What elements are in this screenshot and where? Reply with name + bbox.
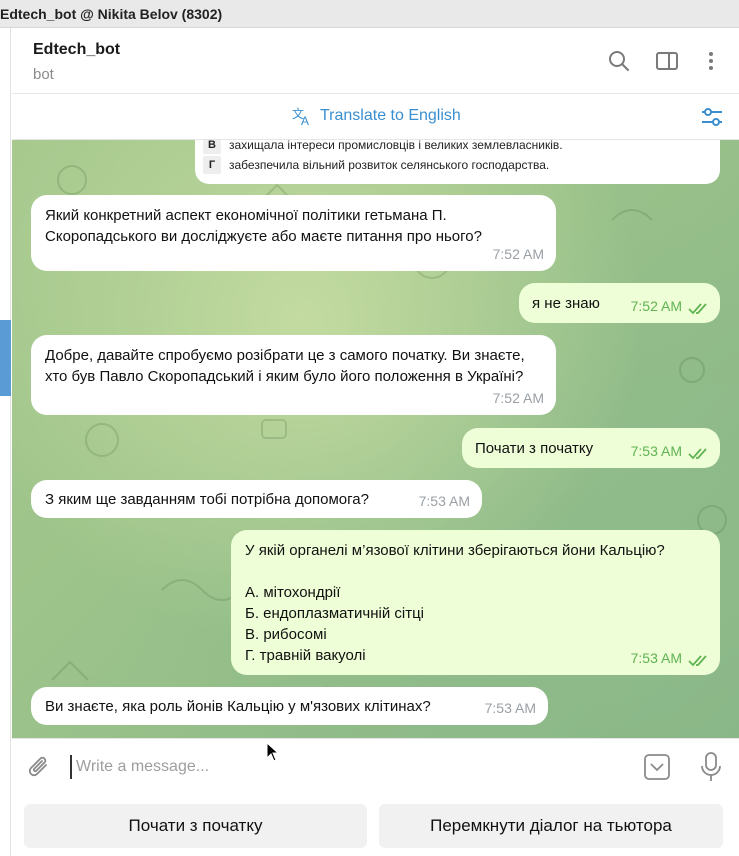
message-composer — [12, 738, 739, 794]
message-time: 7:53 AM — [418, 493, 470, 509]
message-bubble-incoming[interactable]: Добре, давайте спробуємо розібрати це з … — [31, 335, 556, 415]
message-bubble-outgoing[interactable]: У якій органелі м’язової клітини зберіга… — [231, 530, 720, 675]
translate-icon: 文 A — [292, 106, 309, 126]
message-time: 7:53 AM — [484, 700, 536, 716]
message-time: 7:53 AM — [630, 443, 682, 459]
chat-title[interactable]: Edtech_bot — [33, 41, 120, 59]
translate-button[interactable]: 文 A Translate to English — [292, 106, 461, 126]
message-bubble-incoming[interactable]: З яким ще завданням тобі потрібна допомо… — [31, 480, 482, 518]
chat-status: bot — [33, 66, 54, 83]
message-text: Добре, давайте спробуємо розібрати це з … — [45, 347, 525, 385]
keyboard-button-switch-tutor[interactable]: Перемкнути діалог на тьютора — [379, 804, 723, 848]
bot-keyboard: Почати з початку Перемкнути діалог на ть… — [12, 794, 739, 856]
sidebar-toggle-icon[interactable] — [656, 50, 678, 72]
quiz-option-text: захищала інтереси промисловців і великих… — [229, 140, 563, 152]
translate-bar: 文 A Translate to English — [12, 94, 739, 140]
mouse-cursor-icon — [266, 742, 280, 762]
translate-settings-icon[interactable] — [701, 106, 723, 128]
message-input[interactable] — [70, 755, 630, 779]
read-ticks-icon — [688, 303, 707, 315]
message-text: я не знаю — [532, 295, 600, 312]
quiz-option-letter: Г — [203, 156, 221, 174]
window-title: Edtech_bot @ Nikita Belov (8302) — [0, 0, 739, 28]
keyboard-toggle-icon[interactable] — [644, 754, 670, 780]
more-vert-icon[interactable] — [700, 50, 722, 72]
message-time: 7:52 AM — [492, 246, 544, 262]
chat-area[interactable]: В захищала інтереси промисловців і велик… — [12, 140, 739, 738]
message-text: Який конкретний аспект економічної політ… — [45, 207, 482, 245]
keyboard-button-restart[interactable]: Почати з початку — [24, 804, 367, 848]
quiz-option-letter: В — [203, 140, 221, 154]
chat-header: Edtech_bot bot — [12, 28, 739, 94]
quiz-option-text: забезпечила вільний розвиток селянського… — [229, 158, 550, 172]
translate-label: Translate to English — [320, 107, 461, 124]
quiz-message-partial: В захищала інтереси промисловців і велик… — [195, 140, 720, 184]
attach-icon[interactable] — [28, 755, 52, 781]
quiz-option-row: Г забезпечила вільний розвиток селянсько… — [203, 156, 549, 174]
chat-list-edge[interactable] — [0, 28, 11, 856]
message-time: 7:53 AM — [630, 650, 682, 666]
read-ticks-icon — [688, 655, 707, 667]
message-bubble-outgoing[interactable]: я не знаю 7:52 AM — [519, 283, 720, 323]
quiz-option-row: В захищала інтереси промисловців і велик… — [203, 140, 563, 154]
message-time: 7:52 AM — [492, 390, 544, 406]
message-text: З яким ще завданням тобі потрібна допомо… — [45, 491, 369, 508]
svg-text:A: A — [301, 114, 309, 126]
message-bubble-incoming[interactable]: Ви знаєте, яка роль йонів Кальцію у м'яз… — [31, 687, 548, 725]
message-bubble-incoming[interactable]: Який конкретний аспект економічної політ… — [31, 195, 556, 271]
microphone-icon[interactable] — [700, 752, 722, 782]
message-bubble-outgoing[interactable]: Почати з початку 7:53 AM — [462, 428, 720, 468]
message-text: Ви знаєте, яка роль йонів Кальцію у м'яз… — [45, 698, 431, 715]
message-text: Почати з початку — [475, 440, 594, 457]
read-ticks-icon — [688, 448, 707, 460]
message-time: 7:52 AM — [630, 298, 682, 314]
active-chat-indicator — [0, 320, 11, 396]
search-icon[interactable] — [608, 50, 630, 72]
